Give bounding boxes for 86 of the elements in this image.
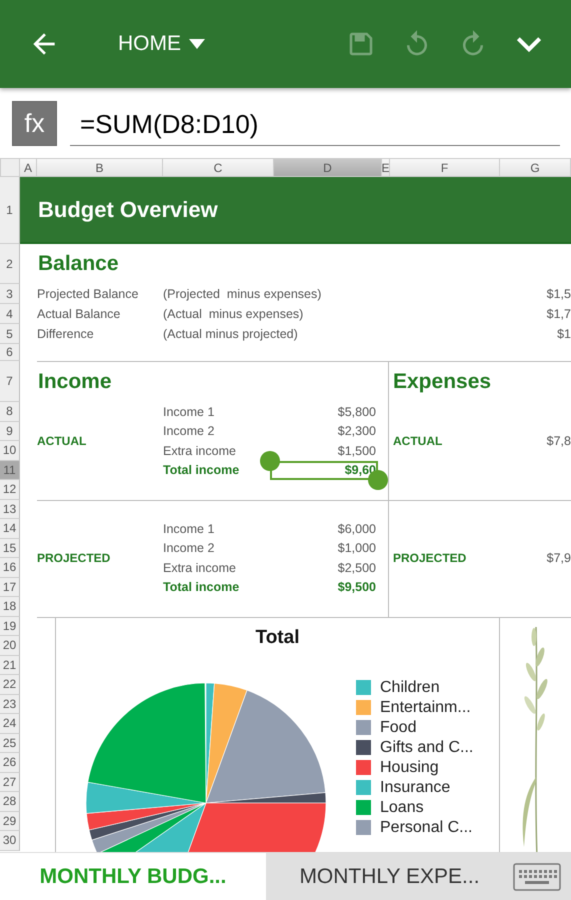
- row-header[interactable]: 22: [0, 675, 20, 694]
- legend-label: Insurance: [380, 778, 450, 796]
- row-header[interactable]: 12: [0, 480, 20, 500]
- table-cell-text: (Actual minus projected): [163, 327, 299, 341]
- table-cell-text: Extra income: [163, 560, 237, 575]
- row-header[interactable]: 26: [0, 753, 20, 772]
- function-button[interactable]: fx: [12, 100, 57, 146]
- legend-label: Food: [380, 718, 416, 736]
- keyboard-icon[interactable]: [513, 862, 561, 890]
- table-cell-text: Actual Balance: [37, 307, 122, 321]
- column-header[interactable]: D: [274, 158, 382, 177]
- row-header[interactable]: 10: [0, 441, 20, 460]
- group-label: ACTUAL: [393, 434, 444, 448]
- sheet-title: Budget Overview: [38, 196, 218, 222]
- row-header[interactable]: 6: [0, 344, 20, 361]
- row-header[interactable]: 15: [0, 538, 20, 558]
- table-cell: $5,800: [338, 404, 376, 419]
- row-header[interactable]: 2: [0, 244, 20, 284]
- table-cell: $1,000: [338, 541, 376, 556]
- table-cell-text: Difference: [37, 327, 95, 341]
- row-header[interactable]: 3: [0, 284, 20, 304]
- column-header[interactable]: C: [163, 158, 274, 177]
- column-header[interactable]: G: [500, 158, 571, 177]
- group-label: ACTUAL: [37, 434, 88, 448]
- legend-label: Entertainm...: [380, 698, 471, 716]
- column-header[interactable]: A: [20, 158, 37, 177]
- group-label: PROJECTED: [37, 551, 112, 565]
- column-header[interactable]: E: [382, 158, 390, 177]
- row-header[interactable]: 27: [0, 772, 20, 792]
- row-header[interactable]: 16: [0, 558, 20, 578]
- table-cell: $7,8: [546, 434, 571, 448]
- legend-label: Housing: [380, 758, 439, 776]
- selection-handle[interactable]: [260, 450, 280, 470]
- table-cell: $1,500: [338, 444, 376, 458]
- row-header[interactable]: 14: [0, 519, 20, 538]
- row-header[interactable]: 24: [0, 714, 20, 734]
- legend-label: Gifts and C...: [380, 738, 474, 756]
- row-header[interactable]: 17: [0, 578, 20, 597]
- row-header[interactable]: 28: [0, 792, 20, 812]
- column-header[interactable]: B: [37, 158, 163, 177]
- table-cell-text: Income 2: [163, 541, 216, 556]
- formula-field[interactable]: =SUM(D8:D10): [70, 100, 560, 146]
- table-cell-text: Total income: [163, 463, 240, 478]
- group-label: PROJECTED: [393, 551, 468, 565]
- caret-icon: [189, 39, 205, 49]
- row-header[interactable]: 9: [0, 422, 20, 441]
- table-cell: $6,000: [338, 522, 376, 536]
- row-header[interactable]: 7: [0, 361, 20, 402]
- row-header[interactable]: 21: [0, 656, 20, 675]
- table-cell-text: Total income: [163, 580, 240, 594]
- legend-label: Personal C...: [380, 818, 472, 836]
- row-header[interactable]: 25: [0, 734, 20, 753]
- row-header[interactable]: 23: [0, 694, 20, 714]
- row-header[interactable]: 29: [0, 812, 20, 831]
- row-header[interactable]: 19: [0, 616, 20, 636]
- table-cell: $2,500: [338, 560, 376, 575]
- table-cell-text: (Projected minus expenses): [163, 287, 322, 301]
- legend-label: Loans: [380, 798, 424, 816]
- table-cell: $7,9: [546, 551, 571, 565]
- row-header[interactable]: 8: [0, 402, 20, 422]
- table-cell-text: Extra income: [163, 444, 237, 458]
- menu-dropdown[interactable]: HOME: [118, 28, 205, 60]
- table-cell-text: Projected Balance: [37, 287, 140, 301]
- section-heading: Expenses: [393, 370, 492, 394]
- table-cell-text: (Actual minus expenses): [163, 307, 304, 321]
- table-cell-text: Income 2: [163, 424, 216, 438]
- row-header[interactable]: 1: [0, 177, 20, 244]
- table-cell: $2,300: [338, 424, 376, 438]
- table-cell: $1,7: [546, 307, 571, 321]
- row-header[interactable]: 5: [0, 324, 20, 344]
- table-cell: $1,5: [546, 287, 571, 301]
- chart-title: Total: [256, 626, 300, 648]
- legend-label: Children: [380, 678, 440, 696]
- row-header[interactable]: 30: [0, 831, 20, 850]
- table-cell-text: Income 1: [163, 522, 216, 536]
- sheet-tab[interactable]: MONTHLY EXPE...: [266, 853, 513, 900]
- row-header[interactable]: 4: [0, 304, 20, 324]
- row-header[interactable]: 13: [0, 500, 20, 519]
- table-cell: $1: [557, 327, 571, 341]
- table-cell-text: Income 1: [163, 404, 216, 419]
- section-heading: Income: [38, 370, 113, 394]
- table-cell: $9,500: [338, 580, 376, 594]
- column-header[interactable]: F: [390, 158, 500, 177]
- row-header[interactable]: 20: [0, 636, 20, 656]
- row-header[interactable]: 18: [0, 597, 20, 616]
- section-heading: Balance: [38, 252, 120, 276]
